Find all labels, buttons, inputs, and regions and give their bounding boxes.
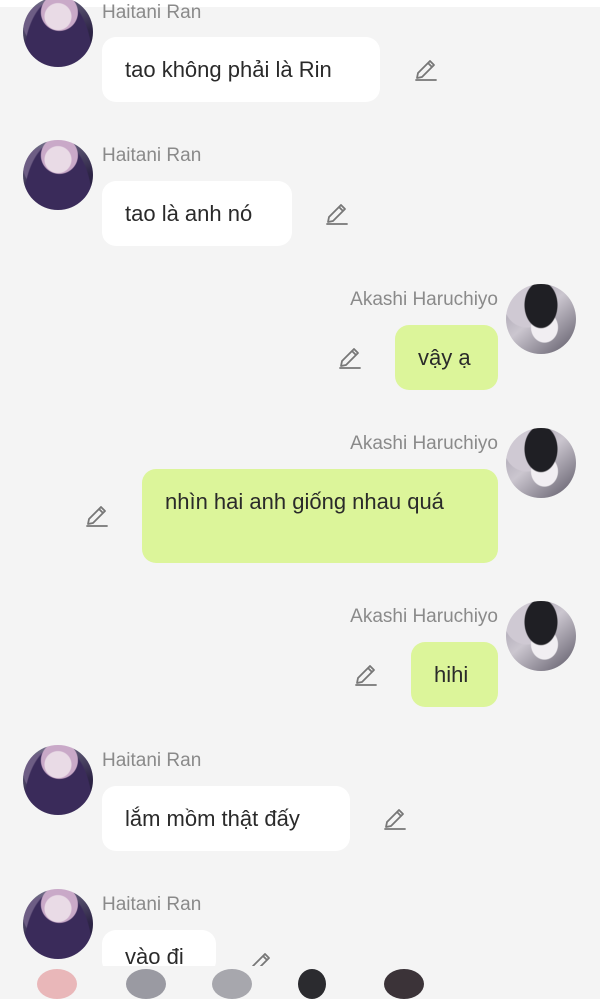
avatar-haitani-ran[interactable] xyxy=(23,889,93,959)
avatar-akashi-haruchiyo[interactable] xyxy=(506,428,576,498)
edit-pencil-icon[interactable] xyxy=(382,806,408,832)
avatar-haitani-ran[interactable] xyxy=(23,0,93,67)
avatar-partial[interactable] xyxy=(37,969,77,999)
message-bubble[interactable]: vậy ạ xyxy=(395,325,498,390)
message-bubble[interactable]: tao là anh nó xyxy=(102,181,292,246)
avatar-akashi-haruchiyo[interactable] xyxy=(506,601,576,671)
edit-pencil-icon[interactable] xyxy=(324,201,350,227)
sender-name: Haitani Ran xyxy=(102,145,202,166)
sender-name: Haitani Ran xyxy=(102,2,202,23)
avatar-partial[interactable] xyxy=(298,969,326,999)
message-bubble[interactable]: tao không phải là Rin xyxy=(102,37,380,102)
edit-pencil-icon[interactable] xyxy=(337,345,363,371)
avatar-haitani-ran[interactable] xyxy=(23,745,93,815)
avatar-partial[interactable] xyxy=(212,969,252,999)
edit-pencil-icon[interactable] xyxy=(353,662,379,688)
avatar-akashi-haruchiyo[interactable] xyxy=(506,284,576,354)
edit-pencil-icon[interactable] xyxy=(84,503,110,529)
message-bubble[interactable]: nhìn hai anh giống nhau quá xyxy=(142,469,498,563)
sender-name: Haitani Ran xyxy=(102,894,202,915)
avatar-partial[interactable] xyxy=(126,969,166,999)
avatar-haitani-ran[interactable] xyxy=(23,140,93,210)
sender-name: Haitani Ran xyxy=(102,750,202,771)
avatar-partial[interactable] xyxy=(384,969,424,999)
top-edge xyxy=(0,0,600,7)
sender-name: Akashi Haruchiyo xyxy=(350,433,498,454)
message-bubble[interactable]: lắm mồm thật đấy xyxy=(102,786,350,851)
sender-name: Akashi Haruchiyo xyxy=(350,606,498,627)
edit-pencil-icon[interactable] xyxy=(413,57,439,83)
message-bubble[interactable]: hihi xyxy=(411,642,498,707)
sender-name: Akashi Haruchiyo xyxy=(350,289,498,310)
bottom-strip xyxy=(0,966,600,975)
